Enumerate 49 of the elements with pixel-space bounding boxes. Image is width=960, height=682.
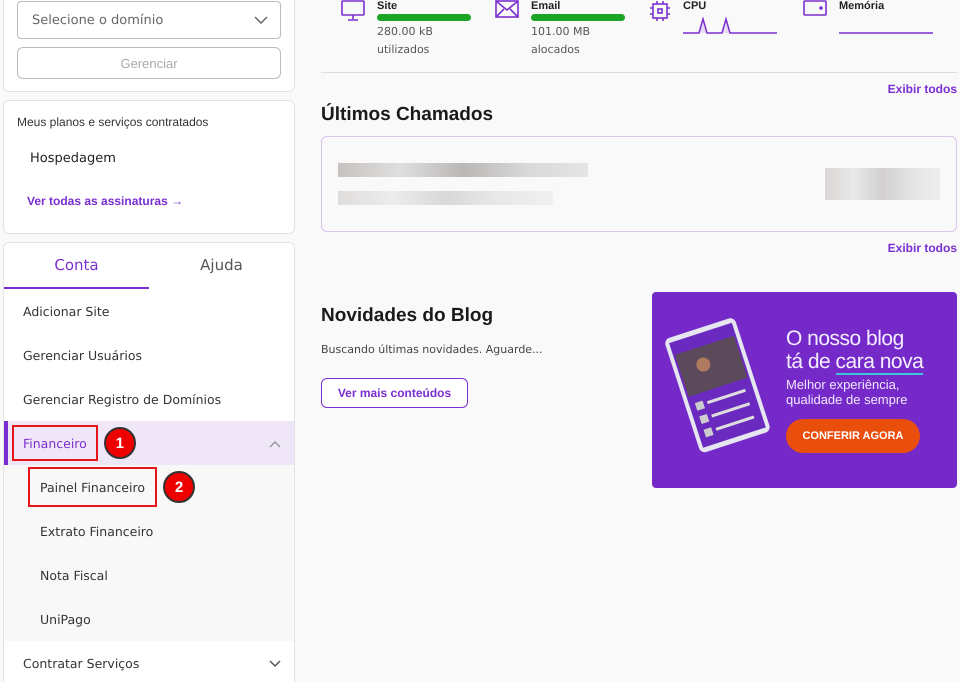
chip-icon: [649, 0, 671, 22]
submenu-item[interactable]: Painel Financeiro: [28, 467, 157, 507]
menu-label[interactable]: Contratar Serviços: [12, 645, 150, 681]
submenu-item[interactable]: Nota Fiscal: [28, 555, 120, 595]
envelope-icon: [495, 0, 519, 18]
drive-icon: [803, 0, 827, 16]
show-all-link[interactable]: Exibir todos: [888, 241, 957, 255]
banner-subtitle: Melhor experiência, qualidade de sempre: [786, 377, 908, 407]
more-content-button[interactable]: Ver mais conteúdos: [321, 378, 468, 408]
monitor-icon: [341, 0, 365, 22]
menu-label[interactable]: Gerenciar Registro de Domínios: [12, 381, 232, 417]
step-badge: 1: [104, 427, 136, 459]
menu-label[interactable]: Financeiro: [12, 425, 98, 461]
ticket-card[interactable]: [321, 136, 957, 232]
usage-value: 280.00 kB: [377, 25, 434, 38]
chevron-down-icon: [254, 16, 268, 24]
banner-headline: O nosso blog: [786, 327, 905, 350]
metric-label: Memória: [839, 0, 886, 12]
cta-button[interactable]: CONFERIR AGORA: [786, 419, 920, 453]
metric-label: CPU: [683, 0, 708, 12]
chevron-up-icon[interactable]: [269, 440, 281, 448]
menu-item[interactable]: Gerenciar Usuários: [4, 333, 294, 377]
subscriptions-link[interactable]: Ver todas as assinaturas →: [27, 194, 281, 208]
usage-caption: alocados: [531, 43, 581, 56]
menu-item[interactable]: Financeiro 1: [4, 421, 294, 465]
tab[interactable]: Conta: [4, 243, 149, 289]
metric-label: Email: [531, 0, 562, 12]
menu-label[interactable]: Gerenciar Usuários: [12, 337, 153, 373]
banner-headline: tá de cara nova: [786, 350, 925, 373]
chevron-down-icon[interactable]: [269, 660, 281, 668]
plan-item[interactable]: Hospedagem: [30, 151, 281, 166]
menu-item[interactable]: Gerenciar Registro de Domínios: [4, 377, 294, 421]
menu-label[interactable]: Adicionar Site: [12, 293, 120, 329]
loading-message: Buscando últimas novidades. Aguarde...: [321, 343, 543, 356]
submenu-item[interactable]: UniPago: [28, 599, 103, 639]
menu-item[interactable]: Contratar Serviços: [4, 641, 294, 682]
section-title: Novidades do Blog: [321, 305, 494, 327]
submenu-item[interactable]: Extrato Financeiro: [28, 511, 166, 551]
section-title: Últimos Chamados: [321, 104, 494, 126]
tab[interactable]: Ajuda: [149, 243, 294, 289]
usage-caption: utilizados: [377, 43, 430, 56]
usage-value: 101.00 MB: [531, 25, 592, 38]
menu-item[interactable]: Adicionar Site: [4, 289, 294, 333]
show-all-link[interactable]: Exibir todos: [888, 82, 957, 96]
blog-banner[interactable]: O nosso blog tá de cara nova Melhor experiência, qualidade de sempre CONFERIR AGORA: [652, 292, 957, 488]
plans-title: Meus planos e serviços contratados: [17, 115, 210, 129]
metric-label: Site: [377, 0, 398, 12]
step-badge: 2: [162, 471, 195, 503]
domain-select[interactable]: Selecione o domínio: [17, 1, 281, 39]
